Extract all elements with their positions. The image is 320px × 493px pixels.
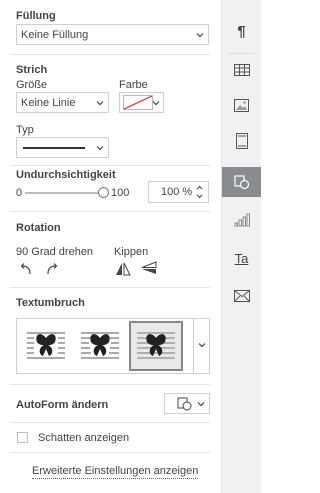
chart-icon bbox=[234, 213, 250, 227]
rail-tab-header-footer[interactable] bbox=[222, 126, 261, 156]
shadow-checkbox[interactable] bbox=[17, 432, 28, 443]
wrap-style-square[interactable] bbox=[21, 323, 71, 369]
divider bbox=[10, 422, 210, 423]
autoshape-icon bbox=[177, 397, 192, 411]
rotate-clockwise-icon[interactable] bbox=[44, 262, 60, 276]
chevron-down-icon[interactable] bbox=[196, 194, 203, 199]
textart-icon: Ta bbox=[234, 250, 249, 266]
rotate-90-label: 90 Grad drehen bbox=[16, 246, 94, 258]
solid-line-icon bbox=[23, 146, 85, 149]
wrap-style-behind[interactable] bbox=[129, 321, 183, 371]
stroke-size-value: Keine Linie bbox=[21, 96, 76, 109]
rail-tab-mail-merge[interactable] bbox=[222, 281, 261, 311]
wrap-square-icon bbox=[27, 332, 65, 359]
stroke-type-label: Typ bbox=[16, 124, 34, 136]
chevron-down-icon bbox=[196, 33, 204, 38]
fill-title: Füllung bbox=[16, 10, 56, 22]
advanced-settings-link[interactable]: Erweiterte Einstellungen anzeigen bbox=[32, 465, 199, 479]
rail-tab-shape[interactable] bbox=[222, 167, 261, 197]
divider bbox=[10, 165, 210, 166]
shape-settings-panel: Füllung Keine Füllung Strich Größe Farbe… bbox=[0, 0, 222, 493]
chevron-down-icon bbox=[96, 146, 104, 151]
opacity-spinner[interactable]: 100 % bbox=[148, 181, 209, 203]
stroke-color-button[interactable] bbox=[119, 92, 164, 113]
rail-tab-paragraph[interactable]: ¶ bbox=[222, 16, 261, 46]
shape-icon bbox=[233, 174, 249, 189]
opacity-slider-thumb[interactable] bbox=[98, 187, 109, 198]
flip-label: Kippen bbox=[114, 246, 149, 258]
divider bbox=[10, 452, 210, 453]
divider bbox=[10, 54, 210, 55]
no-color-swatch-icon bbox=[123, 95, 153, 110]
opacity-slider-track[interactable] bbox=[25, 192, 105, 194]
opacity-value: 100 % bbox=[161, 186, 193, 198]
fill-select-value: Keine Füllung bbox=[21, 28, 89, 41]
wrap-title: Textumbruch bbox=[16, 297, 85, 309]
flip-horizontal-icon[interactable] bbox=[115, 262, 131, 276]
chevron-down-icon bbox=[198, 343, 206, 348]
header-footer-icon bbox=[235, 133, 248, 149]
paragraph-icon: ¶ bbox=[237, 22, 246, 40]
divider bbox=[228, 53, 255, 54]
chevron-down-icon bbox=[197, 402, 205, 407]
rail-tab-textart[interactable]: Ta bbox=[222, 243, 261, 273]
rail-tab-image[interactable] bbox=[222, 90, 261, 120]
wrap-behind-icon bbox=[137, 332, 175, 359]
stroke-title: Strich bbox=[16, 64, 48, 76]
chevron-down-icon bbox=[96, 101, 104, 106]
opacity-max-label: 100 bbox=[111, 187, 130, 199]
opacity-min-label: 0 bbox=[16, 187, 23, 199]
wrap-gallery-expand[interactable] bbox=[193, 319, 209, 373]
autoshape-title: AutoForm ändern bbox=[16, 399, 109, 411]
opacity-title: Undurchsichtigkeit bbox=[16, 169, 116, 181]
fill-select[interactable]: Keine Füllung bbox=[16, 24, 209, 45]
stroke-size-label: Größe bbox=[16, 79, 48, 91]
stroke-size-select[interactable]: Keine Linie bbox=[16, 92, 109, 113]
flip-vertical-icon[interactable] bbox=[141, 261, 157, 275]
mail-merge-icon bbox=[233, 290, 250, 302]
wrap-style-tight[interactable] bbox=[75, 323, 125, 369]
autoshape-change-button[interactable] bbox=[164, 393, 210, 414]
chevron-down-icon bbox=[152, 101, 160, 106]
rail-tab-chart[interactable] bbox=[222, 205, 261, 235]
wrap-style-gallery bbox=[16, 318, 210, 374]
right-tab-rail: ¶ Ta bbox=[222, 0, 261, 493]
divider bbox=[10, 384, 210, 385]
rail-tab-table[interactable] bbox=[222, 55, 261, 85]
stroke-color-label: Farbe bbox=[119, 79, 148, 91]
rotation-title: Rotation bbox=[16, 222, 61, 234]
table-icon bbox=[233, 64, 250, 76]
divider bbox=[10, 287, 210, 288]
image-icon bbox=[234, 98, 249, 112]
rotate-counterclockwise-icon[interactable] bbox=[18, 262, 34, 276]
divider bbox=[10, 211, 210, 212]
chevron-up-icon[interactable] bbox=[196, 185, 203, 190]
shadow-label: Schatten anzeigen bbox=[38, 432, 130, 444]
wrap-tight-icon bbox=[81, 332, 119, 359]
stroke-type-select[interactable] bbox=[16, 137, 109, 158]
